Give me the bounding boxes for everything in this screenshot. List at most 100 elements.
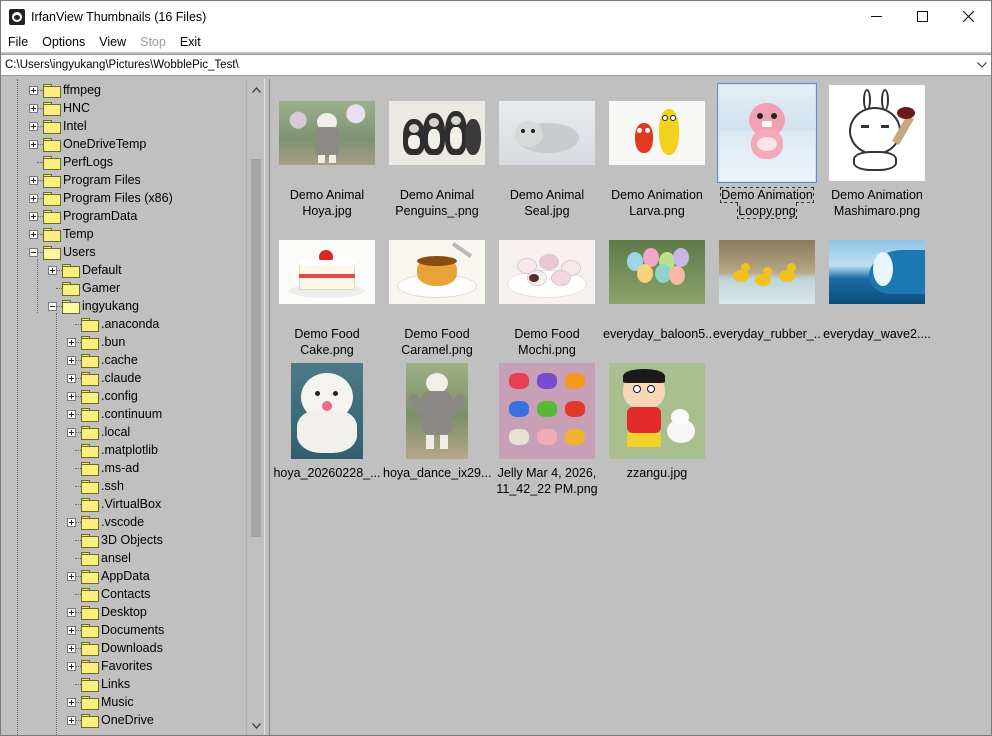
expand-plus-icon[interactable] — [67, 391, 76, 401]
path-input[interactable]: C:\Users\ingyukang\Pictures\WobblePic_Te… — [1, 59, 973, 71]
collapse-minus-icon[interactable] — [29, 247, 38, 257]
tree-item[interactable]: .bun — [67, 333, 125, 351]
irfanview-app-icon[interactable] — [9, 8, 25, 25]
expand-plus-icon[interactable] — [29, 85, 38, 95]
tree-item[interactable]: .ms-ad — [67, 459, 139, 477]
thumbnail-frame[interactable] — [717, 83, 817, 183]
tree-item[interactable]: PerfLogs — [29, 153, 113, 171]
tree-item[interactable]: HNC — [29, 99, 90, 117]
tree-item[interactable]: AppData — [67, 567, 150, 585]
tree-item[interactable]: Contacts — [67, 585, 150, 603]
thumbnail-item[interactable]: everyday_wave2.... — [823, 222, 931, 342]
expand-plus-icon[interactable] — [67, 427, 76, 437]
expand-plus-icon[interactable] — [67, 607, 76, 617]
tree-item[interactable]: .continuum — [67, 405, 162, 423]
expand-plus-icon[interactable] — [29, 175, 38, 185]
thumbnail-frame[interactable] — [387, 222, 487, 322]
tree-item[interactable]: ingyukang — [48, 297, 139, 315]
tree-item[interactable]: Default — [48, 261, 122, 279]
title-bar[interactable]: IrfanView Thumbnails (16 Files) — [1, 1, 991, 32]
thumbnail-frame[interactable] — [277, 83, 377, 183]
expand-plus-icon[interactable] — [29, 193, 38, 203]
tree-item[interactable]: ProgramData — [29, 207, 137, 225]
expand-plus-icon[interactable] — [67, 337, 76, 347]
minimize-button[interactable] — [853, 1, 899, 32]
expand-plus-icon[interactable] — [29, 211, 38, 221]
thumbnail-item[interactable]: hoya_dance_ix29... — [383, 361, 491, 481]
thumbnail-item[interactable]: Demo Food Cake.png — [273, 222, 381, 358]
thumbnail-frame[interactable] — [717, 222, 817, 322]
expand-plus-icon[interactable] — [29, 121, 38, 131]
tree-item[interactable]: .config — [67, 387, 138, 405]
expand-plus-icon[interactable] — [67, 409, 76, 419]
expand-plus-icon[interactable] — [67, 661, 76, 671]
thumbnail-item[interactable]: everyday_rubber_... — [713, 222, 821, 342]
menu-options[interactable]: Options — [35, 32, 92, 52]
expand-plus-icon[interactable] — [67, 373, 76, 383]
tree-item[interactable]: 3D Objects — [67, 531, 163, 549]
tree-item[interactable]: OneDriveTemp — [29, 135, 146, 153]
thumbnail-item[interactable]: Demo Animal Hoya.jpg — [273, 83, 381, 219]
tree-item[interactable]: .matplotlib — [67, 441, 158, 459]
tree-item[interactable]: Favorites — [67, 657, 152, 675]
thumbnail-item[interactable]: Demo Animal Penguins_.png — [383, 83, 491, 219]
expand-plus-icon[interactable] — [67, 643, 76, 653]
thumbnail-item[interactable]: Demo Food Mochi.png — [493, 222, 601, 358]
tree-item[interactable]: ffmpeg — [29, 81, 101, 99]
thumbnail-frame[interactable] — [497, 361, 597, 461]
tree-scrollbar[interactable] — [246, 79, 264, 735]
thumbnail-item[interactable]: zzangu.jpg — [603, 361, 711, 481]
menu-stop[interactable]: Stop — [133, 32, 173, 52]
tree-item[interactable]: Documents — [67, 621, 164, 639]
tree-item[interactable]: .VirtualBox — [67, 495, 161, 513]
expand-plus-icon[interactable] — [67, 571, 76, 581]
tree-item[interactable]: Music — [67, 693, 134, 711]
thumbnail-frame[interactable] — [387, 83, 487, 183]
thumbnail-frame[interactable] — [497, 222, 597, 322]
tree-item[interactable]: ansel — [67, 549, 131, 567]
tree-item[interactable]: Program Files (x86) — [29, 189, 173, 207]
thumbnail-frame[interactable] — [607, 222, 707, 322]
path-combobox[interactable]: C:\Users\ingyukang\Pictures\WobblePic_Te… — [1, 54, 991, 76]
close-button[interactable] — [945, 1, 991, 32]
thumbnail-grid[interactable]: Demo Animal Hoya.jpg Demo Animal Penguins… — [270, 79, 991, 735]
thumbnail-item[interactable]: Jelly Mar 4, 2026, 11_42_22 PM.png — [493, 361, 601, 497]
tree-item[interactable]: Gamer — [48, 279, 120, 297]
menu-exit[interactable]: Exit — [173, 32, 208, 52]
tree-item[interactable]: Downloads — [67, 639, 163, 657]
thumbnail-frame[interactable] — [497, 83, 597, 183]
thumbnail-item[interactable]: hoya_20260228_... — [273, 361, 381, 481]
scrollbar-thumb[interactable] — [251, 159, 261, 537]
thumbnail-frame[interactable] — [827, 222, 927, 322]
expand-plus-icon[interactable] — [67, 697, 76, 707]
expand-plus-icon[interactable] — [48, 265, 57, 275]
tree-item[interactable]: Desktop — [67, 603, 147, 621]
tree-item[interactable]: .cache — [67, 351, 138, 369]
thumbnail-frame[interactable] — [607, 361, 707, 461]
thumbnail-frame[interactable] — [387, 361, 487, 461]
thumbnail-item[interactable]: Demo Food Caramel.png — [383, 222, 491, 358]
thumbnail-item[interactable]: Demo Animation Loopy.png — [713, 83, 821, 219]
path-dropdown-button[interactable] — [973, 55, 991, 75]
tree-item[interactable]: Links — [67, 675, 130, 693]
tree-item[interactable]: Users — [29, 243, 96, 261]
scroll-up-button[interactable] — [247, 81, 264, 99]
expand-plus-icon[interactable] — [29, 103, 38, 113]
tree-item[interactable]: .local — [67, 423, 130, 441]
scroll-down-button[interactable] — [247, 717, 264, 735]
tree-item[interactable]: .ssh — [67, 477, 124, 495]
thumbnail-item[interactable]: Demo Animal Seal.jpg — [493, 83, 601, 219]
expand-plus-icon[interactable] — [67, 625, 76, 635]
thumbnail-frame[interactable] — [277, 361, 377, 461]
tree-item[interactable]: .claude — [67, 369, 141, 387]
expand-plus-icon[interactable] — [67, 517, 76, 527]
expand-plus-icon[interactable] — [67, 715, 76, 725]
tree-item[interactable]: Intel — [29, 117, 87, 135]
tree-item[interactable]: .vscode — [67, 513, 144, 531]
thumbnail-frame[interactable] — [277, 222, 377, 322]
thumbnail-frame[interactable] — [827, 83, 927, 183]
thumbnail-frame[interactable] — [607, 83, 707, 183]
menu-file[interactable]: File — [1, 32, 35, 52]
folder-tree[interactable]: ffmpeg HNC Intel OneDriveTemp PerfLogs Progra… — [1, 79, 264, 735]
tree-item[interactable]: OneDrive — [67, 711, 154, 729]
